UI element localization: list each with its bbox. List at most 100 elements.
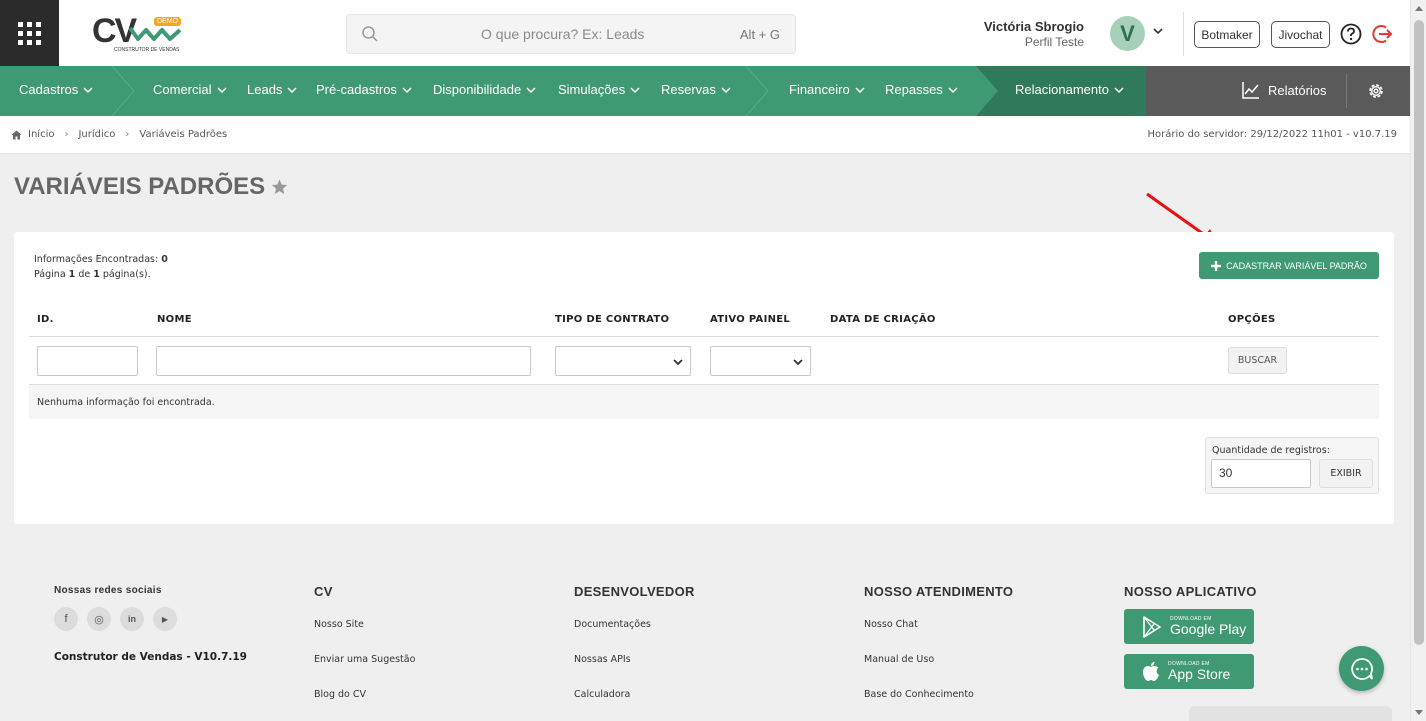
linkedin-icon[interactable]: in [120, 607, 144, 631]
page-title-text: VARIÁVEIS PADRÕES [14, 173, 266, 200]
help-icon[interactable] [1340, 23, 1362, 45]
footer-link-site[interactable]: Nosso Site [314, 619, 364, 630]
avatar[interactable]: V [1110, 16, 1145, 51]
nav-label: Repasses [885, 82, 943, 97]
footer-link-apis[interactable]: Nossas APIs [574, 654, 631, 665]
column-header-tipo-contrato[interactable]: TIPO DE CONTRATO [555, 314, 669, 325]
divider [29, 336, 1379, 337]
botmaker-button[interactable]: Botmaker [1194, 21, 1260, 48]
gear-icon[interactable] [1366, 81, 1386, 101]
logout-icon[interactable] [1372, 23, 1394, 45]
line-chart-icon [1242, 82, 1259, 99]
app-store-label: App Store [1168, 666, 1231, 682]
search-button[interactable]: BUSCAR [1228, 347, 1287, 374]
footer-cv-title: CV [314, 584, 333, 599]
breadcrumb-juridico[interactable]: Jurídico [78, 129, 115, 140]
empty-message: Nenhuma informação foi encontrada. [37, 397, 215, 408]
nav-comercial[interactable]: Comercial [153, 82, 227, 97]
home-icon [11, 130, 22, 139]
breadcrumb-bar: Início › Jurídico › Variáveis Padrões Ho… [0, 116, 1410, 154]
star-icon[interactable] [271, 179, 288, 195]
nav-label: Comercial [153, 82, 212, 97]
page-word: Página [34, 269, 66, 280]
page-suffix: página(s). [102, 269, 151, 280]
jivochat-button[interactable]: Jivochat [1271, 21, 1330, 48]
add-button-label: CADASTRAR VARIÁVEL PADRÃO [1226, 260, 1367, 271]
chevron-down-icon[interactable] [1152, 26, 1164, 36]
results-info: Informações Encontradas: 0 Página 1 de 1… [34, 252, 168, 282]
nav-financeiro[interactable]: Financeiro [789, 82, 865, 97]
logo[interactable]: CV DEMO CONSTRUTOR DE VENDAS [92, 12, 184, 54]
nav-label: Simulações [558, 82, 626, 97]
global-search[interactable]: O que procura? Ex: Leads Alt + G [346, 14, 796, 54]
chat-bubble-icon [1350, 657, 1373, 680]
bottom-panel-tab[interactable] [1189, 706, 1392, 721]
filter-tipo-contrato-select[interactable] [555, 346, 691, 376]
column-header-opcoes: OPÇÕES [1228, 314, 1276, 325]
filter-id-input[interactable] [37, 346, 138, 376]
reports-link[interactable]: Relatórios [1242, 81, 1327, 99]
footer-link-suggestion[interactable]: Enviar uma Sugestão [314, 654, 415, 665]
show-button[interactable]: EXIBIR [1319, 459, 1373, 488]
scroll-down-icon[interactable] [1415, 710, 1423, 715]
nav-reservas[interactable]: Reservas [661, 82, 731, 97]
user-name[interactable]: Victória Sbrogio [984, 19, 1084, 34]
server-time: Horário do servidor: 29/12/2022 11h01 - … [1147, 129, 1397, 140]
footer-link-chat[interactable]: Nosso Chat [864, 619, 918, 630]
youtube-icon[interactable]: ▶ [153, 607, 177, 631]
column-header-data-criacao[interactable]: DATA DE CRIAÇÃO [830, 314, 936, 325]
nav-repasses[interactable]: Repasses [885, 82, 958, 97]
filter-nome-input[interactable] [156, 346, 531, 376]
page-of: de [78, 269, 91, 280]
chevron-down-icon [630, 87, 640, 94]
column-header-id[interactable]: ID. [37, 314, 54, 325]
reports-label: Relatórios [1268, 82, 1327, 98]
nav-cadastros[interactable]: Cadastros [19, 82, 93, 97]
footer-social-title: Nossas redes sociais [54, 585, 162, 596]
search-shortcut: Alt + G [739, 27, 780, 42]
chevron-down-icon [673, 359, 683, 366]
chevron-down-icon [1114, 87, 1124, 94]
nav-label: Reservas [661, 82, 716, 97]
footer-dev-title: DESENVOLVEDOR [574, 584, 695, 599]
logo-subtitle: CONSTRUTOR DE VENDAS [114, 47, 180, 53]
instagram-icon[interactable]: ◎ [87, 607, 111, 631]
chevron-down-icon [793, 359, 803, 366]
nav-pre-cadastros[interactable]: Pré-cadastros [316, 82, 412, 97]
chevron-down-icon [83, 87, 93, 94]
column-header-nome[interactable]: NOME [157, 314, 192, 325]
scroll-up-icon[interactable] [1415, 6, 1423, 11]
footer-link-blog[interactable]: Blog do CV [314, 689, 366, 700]
nav-label: Cadastros [19, 82, 79, 97]
nav-relacionamento[interactable]: Relacionamento [1015, 82, 1124, 97]
footer-link-calculator[interactable]: Calculadora [574, 689, 630, 700]
footer-app-title: NOSSO APLICATIVO [1124, 584, 1257, 599]
chevron-down-icon [526, 87, 536, 94]
app-store-button[interactable]: DOWNLOAD EM App Store [1124, 654, 1254, 689]
footer-link-docs[interactable]: Documentações [574, 619, 651, 630]
footer-link-manual[interactable]: Manual de Uso [864, 654, 934, 665]
divider [1346, 74, 1347, 108]
chat-launcher-button[interactable] [1339, 646, 1384, 691]
footer-link-knowledge-base[interactable]: Base do Conhecimento [864, 689, 974, 700]
table-row: Nenhuma informação foi encontrada. [29, 385, 1379, 419]
nav-label: Leads [247, 82, 283, 97]
nav-leads[interactable]: Leads [247, 82, 297, 97]
google-play-button[interactable]: DOWNLOAD EM Google Play [1124, 609, 1254, 644]
logo-badge: DEMO [154, 17, 181, 26]
nav-label: Relacionamento [1015, 82, 1109, 97]
add-default-variable-button[interactable]: CADASTRAR VARIÁVEL PADRÃO [1199, 252, 1379, 279]
column-header-ativo-painel[interactable]: ATIVO PAINEL [710, 314, 790, 325]
google-play-icon [1143, 615, 1161, 638]
results-found-count: 0 [161, 254, 168, 265]
scrollbar-thumb[interactable] [1414, 20, 1424, 645]
nav-simulacoes[interactable]: Simulações [558, 82, 640, 97]
facebook-icon[interactable]: f [54, 607, 78, 631]
main-nav: Cadastros Comercial Leads Pré-cadastros … [0, 66, 1410, 116]
nav-disponibilidade[interactable]: Disponibilidade [433, 82, 536, 97]
breadcrumb-home[interactable]: Início [28, 129, 54, 140]
filter-ativo-painel-select[interactable] [710, 346, 811, 376]
records-quantity-input[interactable]: 30 [1211, 459, 1311, 488]
apps-menu-button[interactable] [0, 0, 59, 66]
scrollbar[interactable] [1410, 0, 1426, 721]
